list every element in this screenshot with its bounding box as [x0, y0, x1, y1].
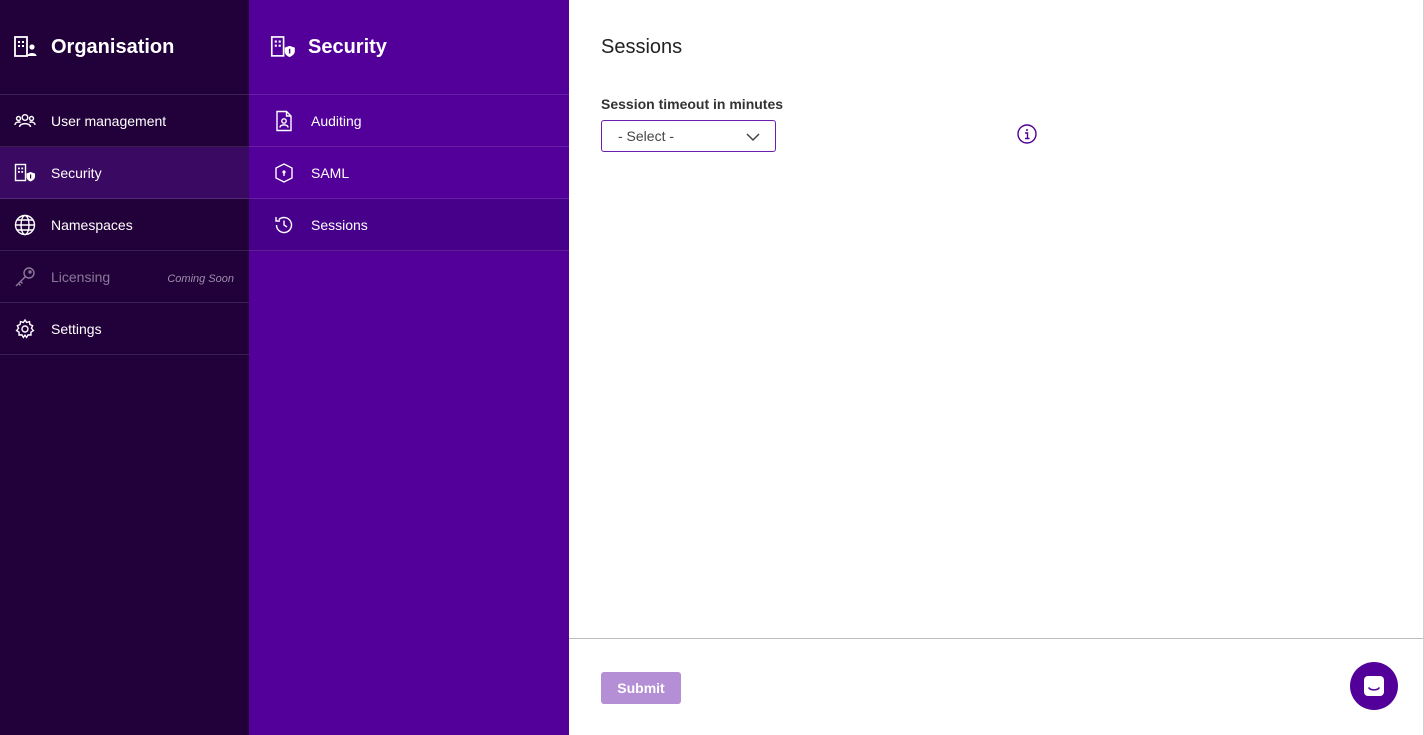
secondary-sidebar-header: Security [249, 0, 569, 95]
sidebar-item-namespaces[interactable]: Namespaces [0, 199, 249, 251]
sidebar-item-settings[interactable]: Settings [0, 303, 249, 355]
sidebar-item-auditing[interactable]: Auditing [249, 95, 569, 147]
sidebar-item-label: Security [51, 164, 102, 181]
sidebar-item-security[interactable]: Security [0, 147, 249, 199]
key-icon [14, 266, 36, 288]
chevron-down-icon [745, 129, 761, 145]
sidebar-item-saml[interactable]: SAML [249, 147, 569, 199]
sidebar-item-label: Settings [51, 320, 102, 337]
sidebar-item-user-management[interactable]: User management [0, 95, 249, 147]
select-value: - Select - [618, 128, 675, 144]
sidebar-item-label: Licensing [51, 268, 111, 285]
users-icon [14, 110, 36, 132]
sidebar-item-licensing[interactable]: Licensing Coming Soon [0, 251, 249, 303]
security-building-icon [270, 34, 296, 60]
chat-launcher-button[interactable] [1350, 662, 1398, 710]
info-icon[interactable] [1016, 123, 1038, 145]
secondary-sidebar-title: Security [308, 35, 387, 58]
form-footer: Submit [569, 638, 1423, 735]
shield-icon [273, 162, 295, 184]
session-timeout-label: Session timeout in minutes [601, 96, 784, 112]
primary-sidebar-header: Organisation [0, 0, 249, 95]
sidebar-item-sessions[interactable]: Sessions [249, 199, 569, 251]
chat-icon [1361, 673, 1387, 699]
page-title: Sessions [601, 36, 683, 58]
submit-button[interactable]: Submit [601, 672, 681, 704]
security-building-icon [14, 162, 36, 184]
coming-soon-badge: Coming Soon [167, 273, 234, 285]
sidebar-item-label: Namespaces [51, 216, 133, 233]
app-root: Organisation User management Security Na… [0, 0, 1424, 735]
gear-icon [14, 318, 36, 340]
sidebar-item-label: Auditing [311, 112, 362, 129]
organisation-icon [13, 34, 39, 60]
sidebar-item-label: SAML [311, 164, 350, 181]
audit-document-icon [273, 110, 295, 132]
sidebar-item-label: Sessions [311, 216, 368, 233]
main-content: Sessions Session timeout in minutes - Se… [569, 0, 1424, 735]
sidebar-item-label: User management [51, 112, 167, 129]
secondary-sidebar: Security Auditing SAML Sessions [249, 0, 569, 735]
session-timeout-select[interactable]: - Select - [601, 120, 776, 152]
history-icon [273, 214, 295, 236]
primary-sidebar-title: Organisation [51, 35, 175, 58]
globe-icon [14, 214, 36, 236]
primary-sidebar: Organisation User management Security Na… [0, 0, 249, 735]
